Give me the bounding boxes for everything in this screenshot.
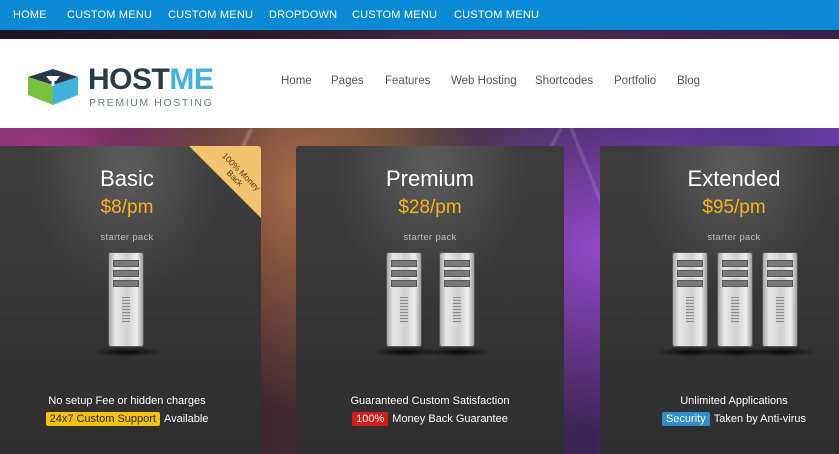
- plan-feature-2-text: Money Back Guarantee: [392, 413, 508, 425]
- plan-title: Premium: [385, 166, 474, 191]
- pricing-card-premium[interactable]: Premium $28/pm starter pack Guaranteed C…: [296, 146, 564, 454]
- plan-feature-1: No setup Fee or hidden charges: [48, 395, 206, 407]
- server-tower-icon: [439, 252, 475, 347]
- server-tower-icon: [108, 252, 144, 347]
- server-tower-icon: [717, 252, 753, 347]
- plan-subtitle: starter pack: [403, 232, 457, 243]
- nav-home[interactable]: Home: [281, 75, 312, 87]
- security-badge: Security: [661, 412, 710, 426]
- nav-web-hosting[interactable]: Web Hosting: [451, 75, 517, 87]
- nav-pages[interactable]: Pages: [331, 75, 364, 87]
- nav-shortcodes[interactable]: Shortcodes: [535, 75, 593, 87]
- nav-portfolio[interactable]: Portfolio: [614, 75, 656, 87]
- nav-features[interactable]: Features: [385, 75, 430, 87]
- top-menu-bar: HOME CUSTOM MENU CUSTOM MENU DROPDOWN CU…: [0, 0, 839, 30]
- plan-subtitle: starter pack: [707, 232, 761, 243]
- card-spotlight: [296, 146, 564, 454]
- plan-price: $28/pm: [398, 197, 462, 218]
- plan-price: $95/pm: [702, 197, 766, 218]
- plan-title: Extended: [687, 166, 781, 191]
- top-menu-dropdown[interactable]: DROPDOWN: [269, 0, 337, 30]
- top-menu-custom-3[interactable]: CUSTOM MENU: [352, 0, 437, 30]
- nav-blog[interactable]: Blog: [677, 75, 700, 87]
- plan-feature-2-text: Available: [163, 413, 209, 425]
- site-header: HOSTME PREMIUM HOSTING Home Pages Featur…: [0, 39, 839, 128]
- plan-feature-1: Unlimited Applications: [680, 395, 788, 407]
- support-badge: 24x7 Custom Support: [45, 412, 160, 426]
- plan-feature-2: 24x7 Custom Support Available: [0, 412, 261, 426]
- server-shadow: [92, 347, 162, 357]
- top-menu-home[interactable]: HOME: [13, 0, 47, 30]
- logo-text-host: HOST: [88, 63, 170, 96]
- pricing-card-basic[interactable]: Basic $8/pm starter pack No setup Fee or…: [0, 146, 261, 454]
- plan-subtitle: starter pack: [100, 232, 154, 243]
- logo-tagline: PREMIUM HOSTING: [89, 97, 214, 109]
- server-shadow: [423, 347, 493, 357]
- plan-feature-2-text: Taken by Anti-virus: [713, 413, 807, 425]
- plan-feature-1: Guaranteed Custom Satisfaction: [350, 395, 510, 407]
- guarantee-badge: 100%: [352, 412, 389, 426]
- top-menu-custom-1[interactable]: CUSTOM MENU: [67, 0, 152, 30]
- plan-feature-2: Security Taken by Anti-virus: [600, 412, 839, 426]
- server-tower-icon: [672, 252, 708, 347]
- pricing-card-extended[interactable]: Extended $95/pm starter pack Unlimited A…: [600, 146, 839, 454]
- server-shadow: [746, 347, 816, 357]
- top-menu-custom-2[interactable]: CUSTOM MENU: [168, 0, 253, 30]
- top-menu-custom-4[interactable]: CUSTOM MENU: [454, 0, 539, 30]
- plan-feature-2: 100% Money Back Guarantee: [296, 412, 564, 426]
- server-tower-icon: [386, 252, 422, 347]
- server-tower-icon: [762, 252, 798, 347]
- logo-cube-icon[interactable]: [26, 65, 80, 107]
- header-divider-strip: [0, 30, 839, 39]
- logo-text-me: ME: [169, 63, 214, 96]
- money-back-ribbon: 100% Money Back: [189, 146, 261, 218]
- logo-wordmark[interactable]: HOSTME: [88, 63, 214, 96]
